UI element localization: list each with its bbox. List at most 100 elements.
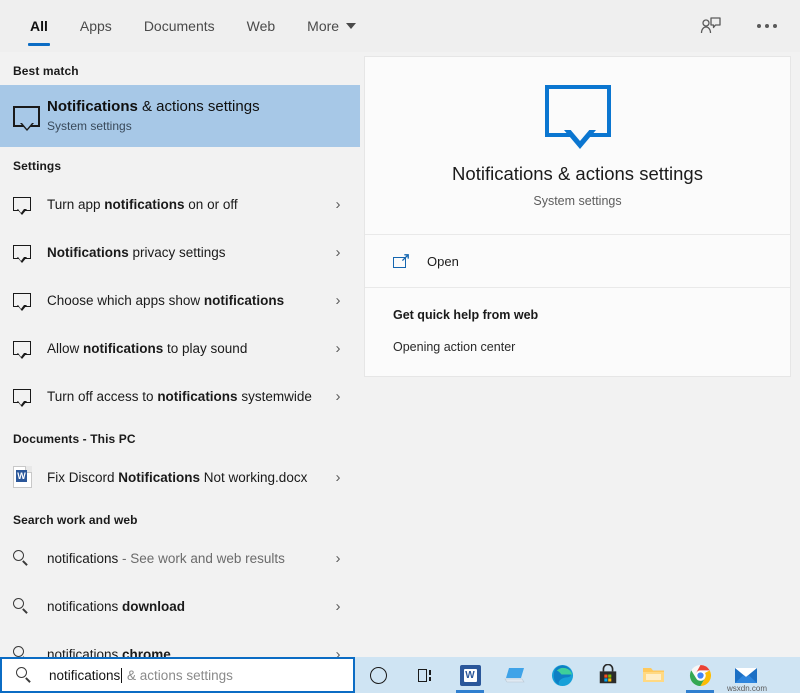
quick-help-block: Get quick help from web Opening action c…: [365, 288, 790, 376]
list-item[interactable]: W Fix Discord Notifications Not working.…: [0, 453, 360, 501]
list-item[interactable]: Turn app notifications on or off ›: [0, 180, 360, 228]
list-item-label: Choose which apps show notifications: [47, 292, 326, 309]
notification-bubble-icon: [13, 341, 47, 355]
search-input[interactable]: notifications & actions settings: [0, 657, 355, 693]
quick-help-item[interactable]: Opening action center: [393, 340, 790, 354]
tab-apps[interactable]: Apps: [64, 0, 128, 52]
notification-bubble-icon: [545, 85, 611, 137]
word-icon: W: [460, 665, 481, 686]
edge-icon: [551, 664, 574, 687]
tab-documents[interactable]: Documents: [128, 0, 231, 52]
preview-title: Notifications & actions settings: [365, 163, 790, 185]
chevron-right-icon: ›: [326, 196, 350, 213]
section-heading-settings: Settings: [0, 147, 360, 180]
label-bold: Notifications: [47, 245, 129, 260]
label-bold: notifications: [83, 341, 163, 356]
label-bold: notifications: [204, 293, 284, 308]
label-pre: Turn app: [47, 197, 104, 212]
tab-list: All Apps Documents Web More: [0, 0, 372, 52]
taskbar-item-chrome[interactable]: [677, 657, 723, 693]
tab-apps-label: Apps: [80, 18, 112, 34]
chevron-right-icon: ›: [326, 244, 350, 261]
taskbar-item-remote-desktop[interactable]: [493, 657, 539, 693]
list-item-label: notifications chrome: [47, 646, 326, 658]
list-item-label: Notifications privacy settings: [47, 244, 326, 261]
chevron-right-icon: ›: [326, 598, 350, 615]
feedback-button[interactable]: [696, 11, 726, 41]
file-explorer-icon: [642, 665, 666, 685]
notification-bubble-icon: [13, 106, 47, 127]
list-item[interactable]: Notifications privacy settings ›: [0, 228, 360, 276]
list-item-label: Turn off access to notifications systemw…: [47, 388, 326, 405]
notification-bubble-icon: [13, 197, 47, 211]
search-flyout: All Apps Documents Web More: [0, 0, 800, 693]
search-tabbar: All Apps Documents Web More: [0, 0, 800, 52]
label-pre: Allow: [47, 341, 83, 356]
list-item[interactable]: Choose which apps show notifications ›: [0, 276, 360, 324]
label-post: on or off: [185, 197, 238, 212]
tab-web[interactable]: Web: [231, 0, 292, 52]
taskbar-item-task-view[interactable]: [401, 657, 447, 693]
section-heading-web: Search work and web: [0, 501, 360, 534]
list-item[interactable]: Turn off access to notifications systemw…: [0, 372, 360, 420]
chrome-icon: [689, 664, 712, 687]
taskbar-item-mail[interactable]: wsxdn.com: [723, 657, 769, 693]
best-match-item[interactable]: Notifications & actions settings System …: [0, 85, 360, 147]
chevron-right-icon: ›: [326, 340, 350, 357]
label-pre: notifications: [47, 647, 122, 658]
search-input-text: notifications & actions settings: [49, 668, 233, 683]
label-pre: Fix Discord: [47, 470, 118, 485]
taskbar-item-word[interactable]: W: [447, 657, 493, 693]
notification-bubble-icon: [13, 245, 47, 259]
chevron-right-icon: ›: [326, 292, 350, 309]
chevron-right-icon: ›: [326, 646, 350, 658]
list-item[interactable]: Allow notifications to play sound ›: [0, 324, 360, 372]
cortana-icon: [370, 667, 387, 684]
tab-web-label: Web: [247, 18, 276, 34]
label-bold: download: [122, 599, 185, 614]
quick-help-title: Get quick help from web: [393, 308, 790, 322]
open-external-icon: [393, 254, 409, 268]
best-match-title-bold: Notifications: [47, 98, 138, 115]
task-view-icon: [416, 668, 433, 683]
open-action[interactable]: Open: [365, 235, 790, 287]
label-bold: notifications: [157, 389, 237, 404]
feedback-person-icon: [700, 16, 722, 36]
search-icon: [16, 667, 33, 684]
chevron-down-icon: [346, 23, 356, 29]
open-action-label: Open: [427, 254, 459, 269]
remote-desktop-icon: [504, 665, 528, 685]
tab-all[interactable]: All: [14, 0, 64, 52]
chevron-right-icon: ›: [326, 388, 350, 405]
notification-bubble-icon: [13, 293, 47, 307]
search-typed-value: notifications: [49, 668, 120, 683]
section-heading-best-match: Best match: [0, 52, 360, 85]
list-item-label: Turn app notifications on or off: [47, 196, 326, 213]
label-bold: chrome: [122, 647, 171, 658]
ellipsis-icon: [757, 24, 777, 28]
arrow-up-right-glyph: [401, 253, 410, 262]
best-match-subtitle: System settings: [47, 118, 344, 135]
best-match-title: Notifications & actions settings: [47, 97, 344, 116]
label-pre: Choose which apps show: [47, 293, 204, 308]
label-pre: Turn off access to: [47, 389, 157, 404]
notification-bubble-icon: [13, 389, 47, 403]
taskbar-item-file-explorer[interactable]: [631, 657, 677, 693]
tab-active-underline: [28, 43, 50, 46]
taskbar-item-edge[interactable]: [539, 657, 585, 693]
chevron-right-icon: ›: [326, 469, 350, 486]
label-post: - See work and web results: [118, 551, 285, 566]
list-item-label: notifications - See work and web results: [47, 550, 326, 567]
more-options-button[interactable]: [752, 11, 782, 41]
list-item[interactable]: notifications chrome ›: [0, 630, 360, 657]
list-item-label: Fix Discord Notifications Not working.do…: [47, 469, 326, 486]
taskbar-item-cortana[interactable]: [355, 657, 401, 693]
label-post: systemwide: [238, 389, 312, 404]
results-pane[interactable]: Best match Notifications & actions setti…: [0, 52, 360, 657]
list-item[interactable]: notifications - See work and web results…: [0, 534, 360, 582]
list-item[interactable]: notifications download ›: [0, 582, 360, 630]
tab-more[interactable]: More: [291, 0, 372, 52]
label-pre: notifications: [47, 599, 122, 614]
taskbar-item-microsoft-store[interactable]: [585, 657, 631, 693]
search-icon: [13, 598, 47, 615]
